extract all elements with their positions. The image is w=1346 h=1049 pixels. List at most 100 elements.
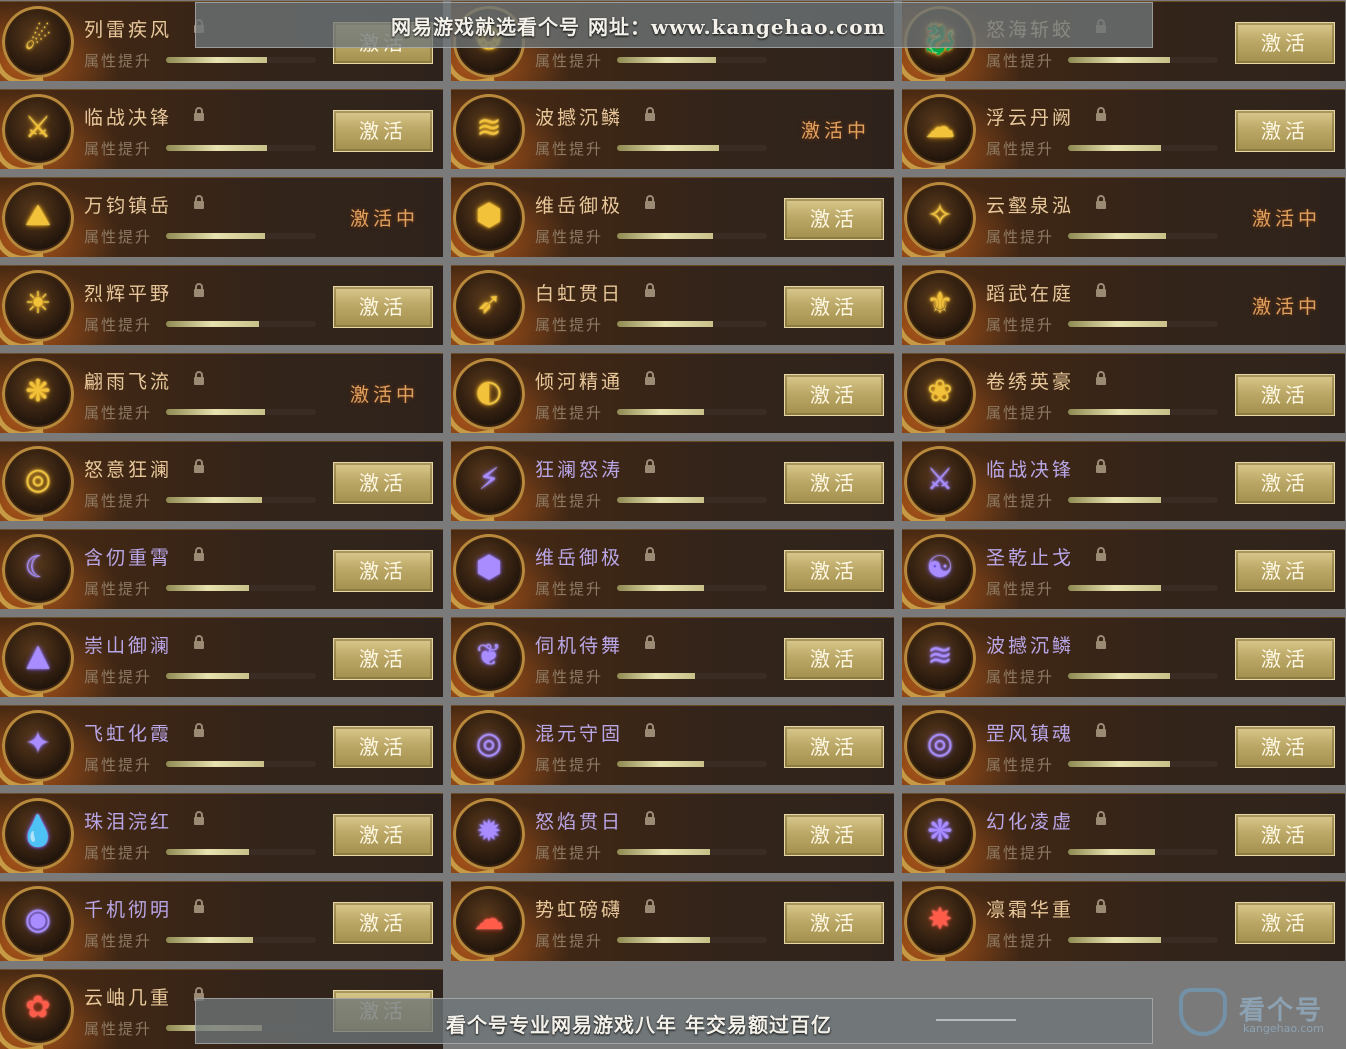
activate-button[interactable]: 激活 xyxy=(784,638,884,680)
lock-icon[interactable] xyxy=(643,194,657,210)
talent-emblem-icon: ⚜ xyxy=(904,270,976,342)
lock-icon[interactable] xyxy=(1094,106,1108,122)
talent-emblem-icon: ❋ xyxy=(2,358,74,430)
lock-icon[interactable] xyxy=(643,634,657,650)
attribute-progress-bar xyxy=(617,57,767,63)
talent-name: 怒焰贯日 xyxy=(535,811,624,833)
activate-button[interactable]: 激活 xyxy=(333,726,433,768)
talent-glyph-icon: ◉ xyxy=(24,902,52,937)
activate-button[interactable]: 激活 xyxy=(784,726,884,768)
talent-grid: ☄列雷疾风属性提升激活⚔临战决锋属性提升激活⛰万钧镇岳属性提升激活中☀烈辉平野属… xyxy=(0,0,1346,1049)
talent-card: ≋ 波撼沉鳞 属性提升 激活 xyxy=(902,617,1345,697)
lock-icon[interactable] xyxy=(1094,282,1108,298)
activate-button[interactable]: 激活 xyxy=(1235,814,1335,856)
activate-button[interactable]: 激活 xyxy=(1235,22,1335,64)
lock-icon[interactable] xyxy=(192,810,206,826)
lock-icon[interactable] xyxy=(192,370,206,386)
lock-icon[interactable] xyxy=(192,634,206,650)
attribute-progress-bar xyxy=(1068,233,1218,239)
lock-icon[interactable] xyxy=(192,546,206,562)
lock-icon[interactable] xyxy=(643,106,657,122)
talent-emblem-icon: ❀ xyxy=(904,358,976,430)
attribute-label: 属性提升 xyxy=(84,140,153,158)
activate-button[interactable]: 激活 xyxy=(1235,726,1335,768)
lock-icon[interactable] xyxy=(643,458,657,474)
lock-icon[interactable] xyxy=(643,810,657,826)
talent-glyph-icon: ☀ xyxy=(24,286,52,321)
lock-icon[interactable] xyxy=(192,106,206,122)
activate-button[interactable]: 激活 xyxy=(784,902,884,944)
talent-card: ☯ 圣乾止戈 属性提升 激活 xyxy=(902,529,1345,609)
talent-emblem-icon: ✦ xyxy=(2,710,74,782)
talent-glyph-icon: ☾ xyxy=(24,550,52,585)
activate-button[interactable]: 激活 xyxy=(784,198,884,240)
lock-icon[interactable] xyxy=(192,722,206,738)
activate-button[interactable]: 激活 xyxy=(333,462,433,504)
talent-name: 白虹贯日 xyxy=(535,283,624,305)
lock-icon[interactable] xyxy=(643,370,657,386)
attribute-label: 属性提升 xyxy=(535,316,604,334)
talent-glyph-icon: ⬢ xyxy=(475,198,503,233)
talent-card: ☾ 含仞重霄属性提升 激活 xyxy=(0,529,443,609)
attribute-progress-fill xyxy=(1068,409,1170,415)
lock-icon[interactable] xyxy=(1094,722,1108,738)
activate-button[interactable]: 激活 xyxy=(333,286,433,328)
activate-button[interactable]: 激活 xyxy=(784,814,884,856)
activate-button[interactable]: 激活 xyxy=(784,374,884,416)
attribute-label: 属性提升 xyxy=(535,52,604,70)
talent-name: 混元守固 xyxy=(535,723,624,745)
lock-icon[interactable] xyxy=(1094,546,1108,562)
lock-icon[interactable] xyxy=(192,458,206,474)
talent-name: 烈辉平野 xyxy=(84,283,173,305)
attribute-label: 属性提升 xyxy=(986,492,1055,510)
lock-icon[interactable] xyxy=(1094,194,1108,210)
activate-button[interactable]: 激活 xyxy=(1235,374,1335,416)
activate-button[interactable]: 激活 xyxy=(333,550,433,592)
talent-name: 幻化凌虚 xyxy=(986,811,1075,833)
talent-glyph-icon: ✸ xyxy=(927,902,953,937)
attribute-label: 属性提升 xyxy=(84,580,153,598)
lock-icon[interactable] xyxy=(192,898,206,914)
attribute-progress-fill xyxy=(617,849,710,855)
attribute-label: 属性提升 xyxy=(84,932,153,950)
lock-icon[interactable] xyxy=(192,194,206,210)
activate-button[interactable]: 激活 xyxy=(784,550,884,592)
lock-icon[interactable] xyxy=(643,546,657,562)
talent-name: 罡风镇魂 xyxy=(986,723,1075,745)
activate-button[interactable]: 激活 xyxy=(1235,110,1335,152)
lock-icon[interactable] xyxy=(1094,898,1108,914)
talent-name: 含仞重霄 xyxy=(84,547,173,569)
talent-emblem-icon: ⚔ xyxy=(904,446,976,518)
lock-icon[interactable] xyxy=(1094,810,1108,826)
talent-glyph-icon: ≋ xyxy=(476,110,502,145)
attribute-label: 属性提升 xyxy=(986,668,1055,686)
lock-icon[interactable] xyxy=(1094,458,1108,474)
talent-emblem-icon: ❦ xyxy=(453,622,525,694)
attribute-progress-bar xyxy=(166,849,316,855)
lock-icon[interactable] xyxy=(192,282,206,298)
talent-glyph-icon: ➶ xyxy=(476,286,502,321)
attribute-progress-fill xyxy=(166,937,253,943)
lock-icon[interactable] xyxy=(643,898,657,914)
lock-icon[interactable] xyxy=(1094,370,1108,386)
activate-button[interactable]: 激活 xyxy=(333,902,433,944)
activate-button[interactable]: 激活 xyxy=(333,110,433,152)
talent-card: ⬢ 维岳御极 属性提升 激活 xyxy=(451,529,894,609)
activate-button[interactable]: 激活 xyxy=(1235,462,1335,504)
talent-card: ◐ 倾河精通 属性提升 激活 xyxy=(451,353,894,433)
talent-card: ✹ 怒焰贯日 属性提升 激活 xyxy=(451,793,894,873)
lock-icon[interactable] xyxy=(1094,634,1108,650)
talent-card: ⬢ 维岳御极 属性提升 激活 xyxy=(451,177,894,257)
lock-icon[interactable] xyxy=(643,282,657,298)
talent-name: 翩雨飞流 xyxy=(84,371,173,393)
activate-button[interactable]: 激活 xyxy=(1235,550,1335,592)
activate-button[interactable]: 激活 xyxy=(1235,638,1335,680)
attribute-progress-fill xyxy=(617,145,719,151)
lock-icon[interactable] xyxy=(643,722,657,738)
activate-button[interactable]: 激活 xyxy=(333,814,433,856)
activate-button[interactable]: 激活 xyxy=(784,286,884,328)
talent-card: ☀ 烈辉平野 属性提升 激活 xyxy=(0,265,443,345)
activate-button[interactable]: 激活 xyxy=(1235,902,1335,944)
activate-button[interactable]: 激活 xyxy=(333,638,433,680)
activate-button[interactable]: 激活 xyxy=(784,462,884,504)
